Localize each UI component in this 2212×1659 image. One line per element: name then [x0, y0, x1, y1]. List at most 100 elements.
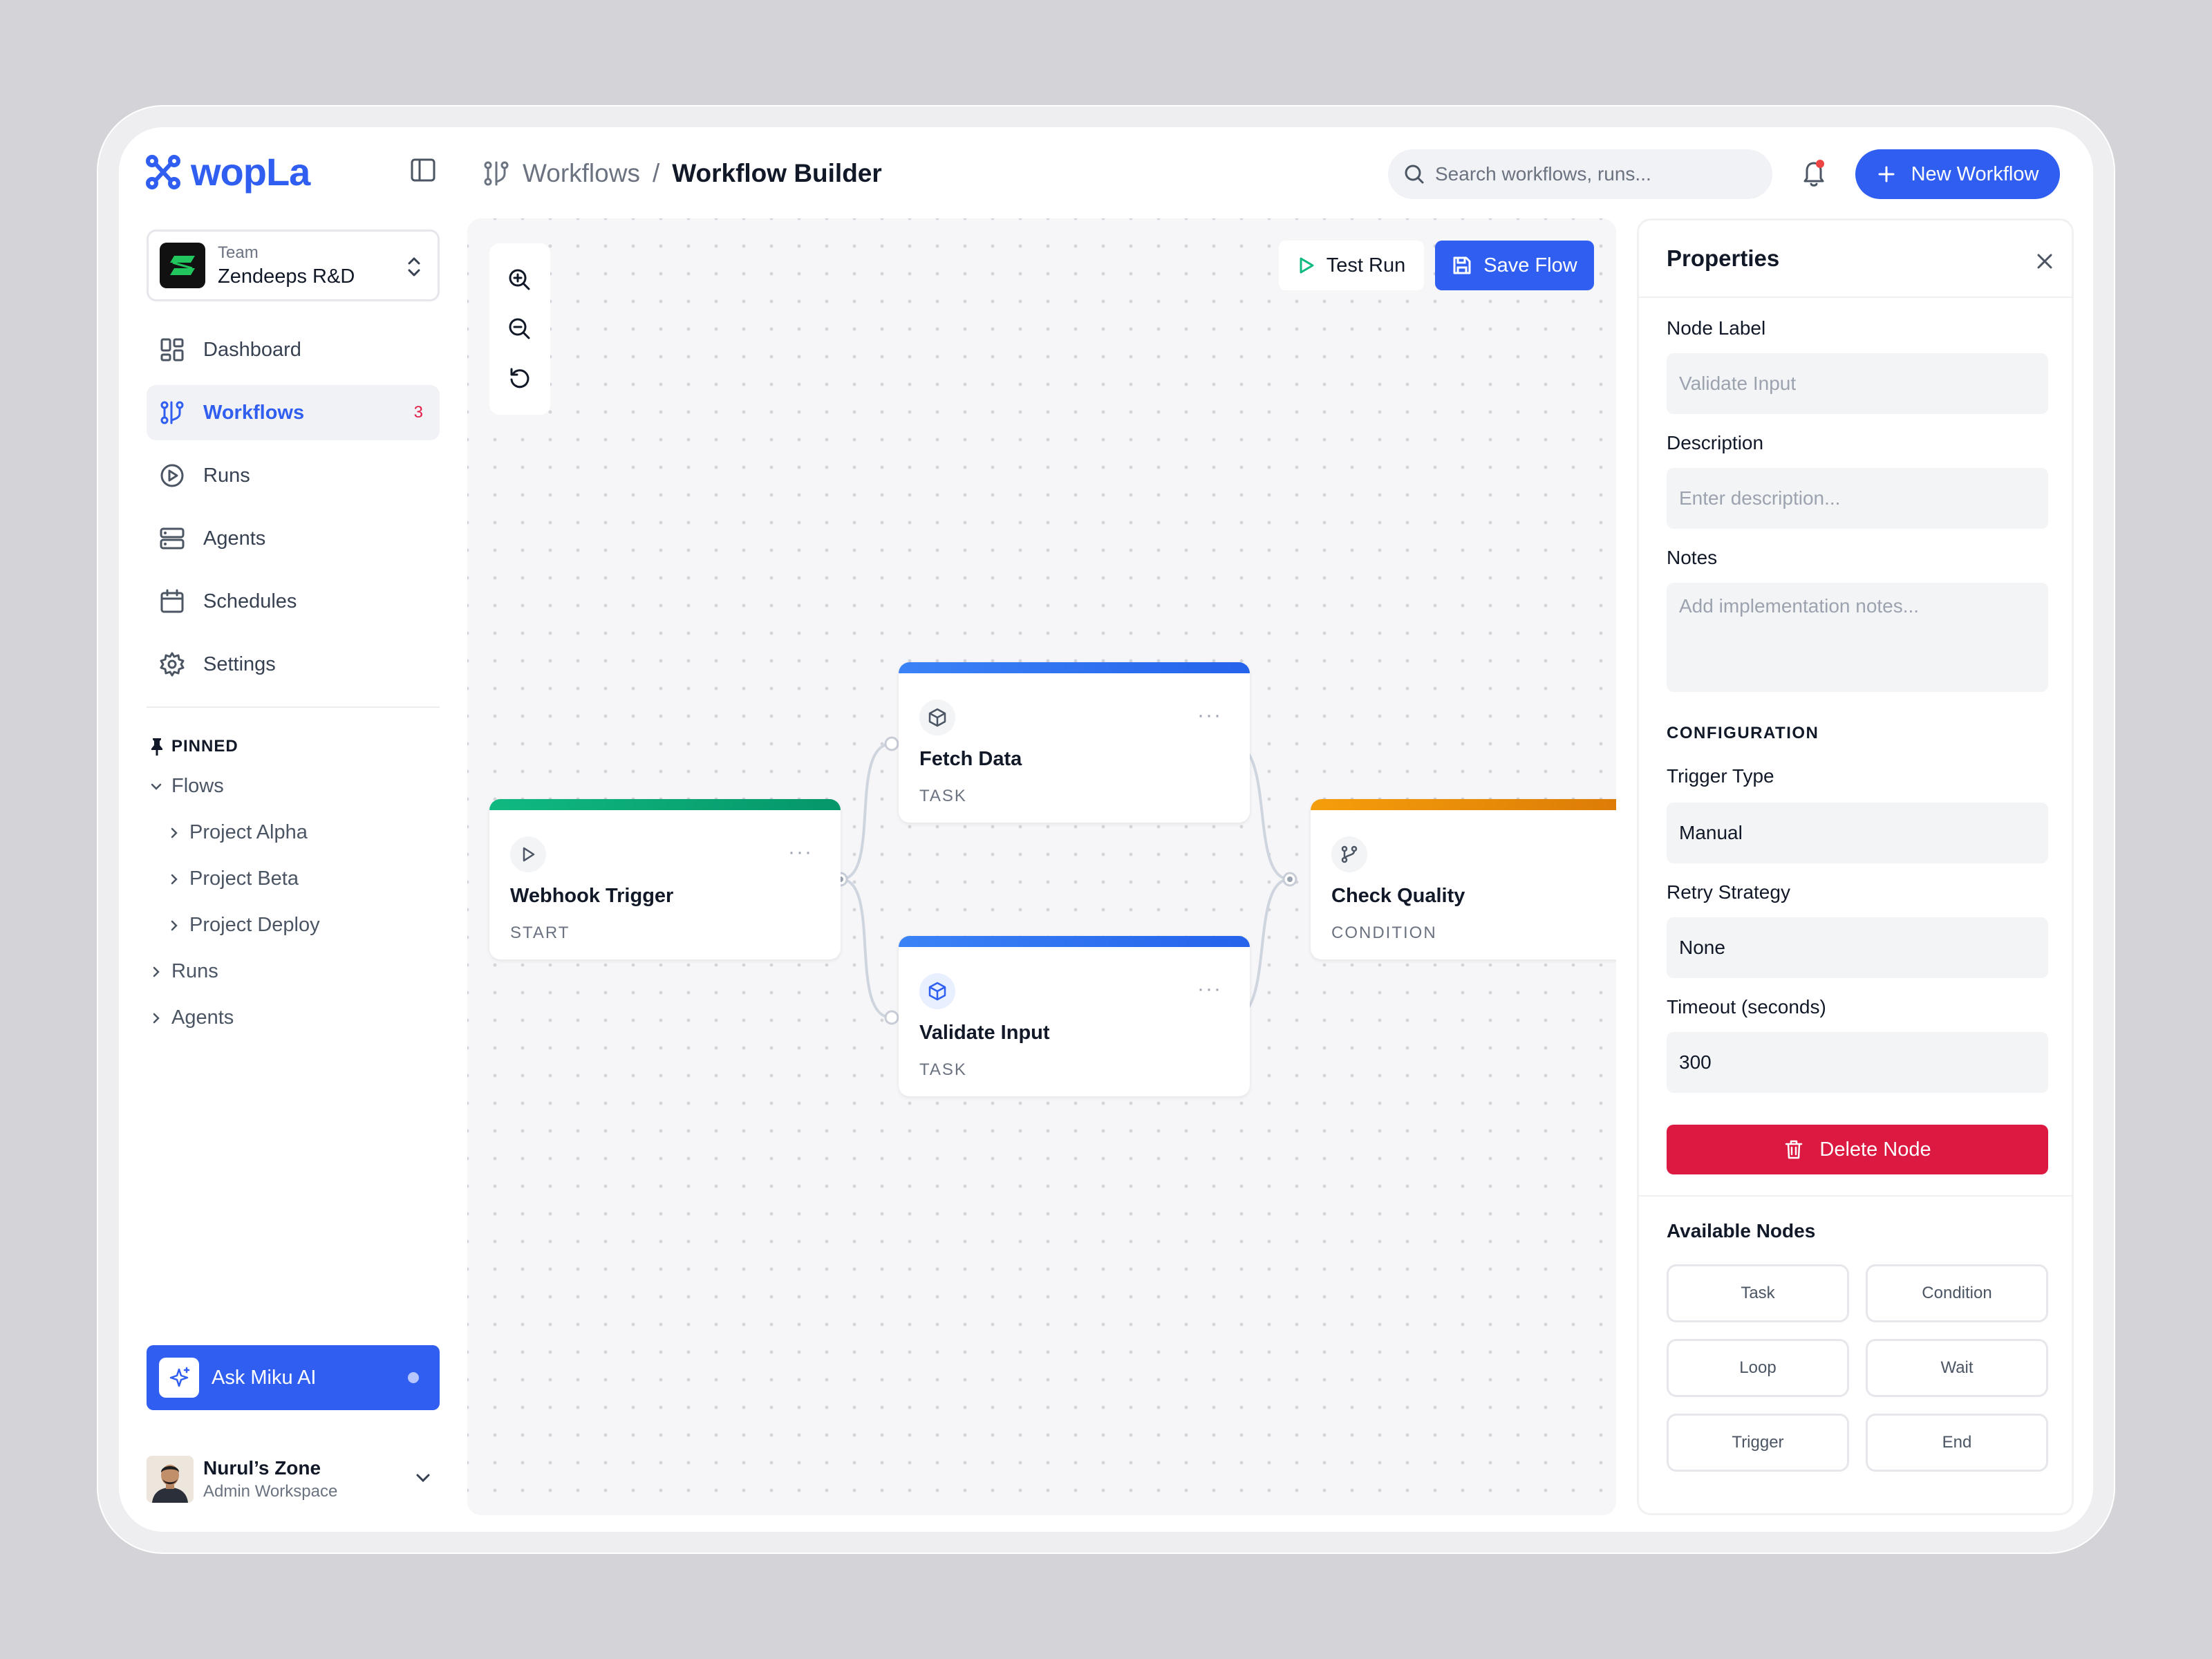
search-icon [1405, 165, 1424, 184]
tree-item-project-deploy[interactable]: Project Deploy [149, 902, 320, 948]
save-icon [1453, 256, 1471, 274]
node-validate-input[interactable]: ··· Validate Input TASK [899, 936, 1250, 1096]
timeout-label: Timeout (seconds) [1667, 996, 1826, 1018]
sidebar-item-agents[interactable]: Agents [147, 511, 440, 566]
node-webhook-trigger[interactable]: ··· Webhook Trigger START [489, 799, 841, 959]
team-switcher[interactable]: Team Zendeeps R&D [147, 229, 440, 301]
timeout-input[interactable]: 300 [1667, 1032, 2048, 1093]
pinned-heading: PINNED [149, 737, 238, 756]
node-title: Check Quality [1331, 885, 1465, 907]
ask-ai-label: Ask Miku AI [212, 1366, 317, 1389]
description-input[interactable] [1667, 468, 2048, 529]
workflow-canvas[interactable]: Test Run Save Flow ··· Webhook Trigger S… [467, 218, 1616, 1515]
trigger-type-label: Trigger Type [1667, 765, 1774, 787]
user-name: Nurul’s Zone [203, 1457, 321, 1479]
save-flow-button[interactable]: Save Flow [1435, 241, 1594, 290]
sidebar-item-label: Workflows [203, 401, 305, 424]
search-bar[interactable] [1388, 149, 1772, 199]
new-workflow-button[interactable]: New Workflow [1855, 149, 2060, 199]
test-run-button[interactable]: Test Run [1279, 241, 1424, 290]
chevron-right-icon [153, 966, 160, 977]
tree-item-label: Project Alpha [189, 821, 308, 843]
node-accent-bar [899, 936, 1250, 947]
notifications-button[interactable] [1800, 158, 1828, 191]
user-menu[interactable]: Nurul’s Zone Admin Workspace [147, 1452, 440, 1507]
retry-strategy-select[interactable]: None [1667, 917, 2048, 978]
node-accent-bar [899, 662, 1250, 673]
more-icon[interactable]: ··· [1197, 977, 1222, 1001]
node-type: START [510, 924, 570, 942]
sidebar-item-settings[interactable]: Settings [147, 637, 440, 692]
pinned-tree: Flows Project Alpha Project Beta Project… [149, 763, 320, 1041]
node-type: TASK [919, 1060, 967, 1079]
ask-ai-button[interactable]: Ask Miku AI [147, 1345, 440, 1410]
sparkles-icon [159, 1358, 199, 1398]
available-node-end[interactable]: End [1866, 1414, 2048, 1472]
cube-icon [919, 700, 955, 735]
tree-item-flows[interactable]: Flows [149, 763, 320, 809]
zoom-out-icon[interactable] [507, 317, 532, 341]
sidebar-item-dashboard[interactable]: Dashboard [147, 322, 440, 377]
status-dot [408, 1372, 419, 1383]
breadcrumb-parent[interactable]: Workflows [523, 159, 640, 188]
node-check-quality[interactable]: Check Quality CONDITION [1311, 799, 1616, 959]
tree-item-runs[interactable]: Runs [149, 948, 320, 995]
branch-icon [1331, 836, 1367, 872]
chevron-right-icon [171, 920, 178, 930]
sidebar-nav: Dashboard Workflows 3 Runs Agents Schedu… [147, 322, 440, 700]
chevron-down-icon [416, 1474, 430, 1483]
team-logo [160, 243, 205, 288]
app-window: wopLa Team Zendeeps R&D Dashboard Workfl… [119, 127, 2093, 1532]
reset-view-icon[interactable] [507, 366, 532, 391]
node-title: Webhook Trigger [510, 885, 674, 907]
available-node-loop[interactable]: Loop [1667, 1339, 1849, 1397]
node-fetch-data[interactable]: ··· Fetch Data TASK [899, 662, 1250, 823]
pin-icon [151, 738, 162, 756]
available-nodes-grid: Task Condition Loop Wait Trigger End [1667, 1264, 2048, 1472]
tree-item-label: Project Beta [189, 868, 299, 890]
delete-node-button[interactable]: Delete Node [1667, 1125, 2048, 1174]
node-label-input[interactable] [1667, 353, 2048, 414]
notes-textarea[interactable] [1667, 583, 2048, 692]
sidebar-item-workflows[interactable]: Workflows 3 [147, 385, 440, 440]
available-node-trigger[interactable]: Trigger [1667, 1414, 1849, 1472]
available-node-condition[interactable]: Condition [1866, 1264, 2048, 1322]
cube-icon [919, 973, 955, 1009]
close-icon[interactable] [2034, 251, 2055, 272]
tree-item-project-beta[interactable]: Project Beta [149, 856, 320, 902]
more-icon[interactable]: ··· [1197, 704, 1222, 727]
tree-item-label: Runs [171, 960, 218, 982]
tree-item-agents[interactable]: Agents [149, 995, 320, 1041]
tree-item-label: Flows [171, 775, 224, 797]
sidebar-item-runs[interactable]: Runs [147, 448, 440, 503]
properties-divider [1639, 1195, 2072, 1197]
properties-title: Properties [1667, 245, 1780, 271]
retry-strategy-label: Retry Strategy [1667, 881, 1790, 903]
sidebar-toggle-button[interactable] [409, 156, 440, 187]
chevron-down-icon [151, 783, 162, 790]
sidebar-divider [147, 706, 440, 708]
edge-webhook-to-validate [840, 878, 892, 1019]
more-icon[interactable]: ··· [788, 841, 813, 864]
app-logo[interactable]: wopLa [145, 149, 310, 194]
delete-node-label: Delete Node [1819, 1138, 1931, 1161]
available-node-task[interactable]: Task [1667, 1264, 1849, 1322]
trigger-type-select[interactable]: Manual [1667, 803, 2048, 863]
retry-strategy-value: None [1679, 937, 1725, 958]
configuration-heading: CONFIGURATION [1667, 724, 1819, 742]
gear-icon [160, 652, 185, 677]
plus-icon [1878, 166, 1895, 182]
tree-item-project-alpha[interactable]: Project Alpha [149, 809, 320, 856]
sidebar-item-label: Agents [203, 527, 266, 550]
edge-webhook-to-fetch [840, 742, 892, 881]
search-input[interactable] [1435, 163, 1739, 185]
port-validate-in [884, 1010, 899, 1025]
zoom-in-icon[interactable] [507, 268, 532, 292]
dashboard-icon [160, 338, 184, 362]
available-node-wait[interactable]: Wait [1866, 1339, 2048, 1397]
sidebar-item-label: Dashboard [203, 338, 301, 361]
breadcrumb-separator: / [652, 159, 660, 187]
sidebar-item-schedules[interactable]: Schedules [147, 574, 440, 629]
team-label: Team [218, 243, 259, 262]
save-flow-label: Save Flow [1483, 254, 1577, 276]
